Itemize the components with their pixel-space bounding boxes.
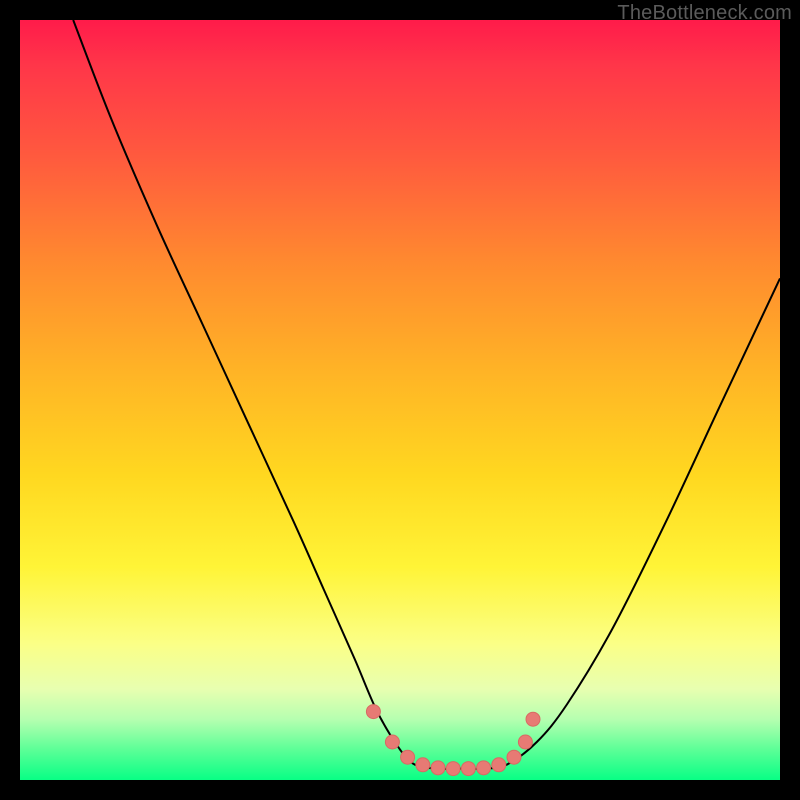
marker-point	[446, 762, 460, 776]
marker-point	[492, 758, 506, 772]
marker-point	[461, 762, 475, 776]
outer-frame: TheBottleneck.com	[0, 0, 800, 800]
bottleneck-curve	[73, 20, 780, 769]
marker-point	[366, 705, 380, 719]
marker-point	[385, 735, 399, 749]
plot-area	[20, 20, 780, 780]
marker-point	[401, 750, 415, 764]
marker-point	[477, 761, 491, 775]
curve-layer	[20, 20, 780, 780]
highlight-markers	[366, 705, 540, 776]
marker-point	[416, 758, 430, 772]
marker-point	[526, 712, 540, 726]
watermark-text: TheBottleneck.com	[617, 2, 792, 25]
marker-point	[518, 735, 532, 749]
curve-path	[73, 20, 780, 769]
marker-point	[507, 750, 521, 764]
marker-point	[431, 761, 445, 775]
